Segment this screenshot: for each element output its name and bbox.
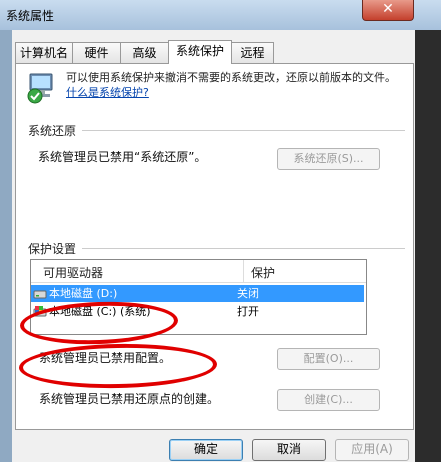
- create-button[interactable]: 创建(C)...: [277, 389, 380, 411]
- group-divider: [82, 248, 405, 249]
- system-protection-icon: [27, 73, 53, 104]
- configure-button[interactable]: 配置(O)...: [277, 348, 380, 370]
- tab-advanced[interactable]: 高级: [120, 42, 169, 63]
- column-separator: [243, 260, 244, 282]
- title-bar[interactable]: 系统属性 ✕: [0, 0, 441, 31]
- system-restore-group-label: 系统还原: [28, 124, 77, 138]
- window-frame-right: [415, 30, 441, 462]
- drive-row-d[interactable]: 本地磁盘 (D:) 关闭: [31, 285, 364, 302]
- tab-computer-name[interactable]: 计算机名: [15, 42, 73, 63]
- drive-protection-state: 关闭: [237, 287, 259, 300]
- window-title: 系统属性: [6, 9, 55, 23]
- drive-protection-state: 打开: [237, 305, 259, 318]
- cancel-button[interactable]: 取消: [252, 439, 326, 461]
- drive-list-header: 可用驱动器 保护: [31, 260, 366, 283]
- drive-name: 本地磁盘 (D:): [49, 287, 118, 300]
- what-is-system-protection-link[interactable]: 什么是系统保护?: [66, 86, 149, 99]
- system-properties-window: 系统属性 ✕ 计算机名 硬件 高级 系统保护 远程 可以使用系统保护来撤消不需要…: [0, 0, 441, 462]
- close-button[interactable]: ✕: [362, 0, 414, 21]
- column-available-drives[interactable]: 可用驱动器: [43, 264, 103, 281]
- apply-button[interactable]: 应用(A): [335, 439, 409, 461]
- close-icon[interactable]: ✕: [382, 1, 394, 17]
- tab-system-protection[interactable]: 系统保护: [168, 40, 232, 64]
- protection-settings-group-label: 保护设置: [28, 242, 77, 256]
- intro-text: 可以使用系统保护来撤消不需要的系统更改，还原以前版本的文件。 什么是系统保护?: [66, 70, 406, 100]
- intro-description: 可以使用系统保护来撤消不需要的系统更改，还原以前版本的文件。: [66, 71, 396, 84]
- window-frame-left: [0, 30, 12, 462]
- tab-hardware[interactable]: 硬件: [72, 42, 121, 63]
- column-protection[interactable]: 保护: [251, 264, 275, 281]
- dialog-client: 计算机名 硬件 高级 系统保护 远程 可以使用系统保护来撤消不需要的系统更改，还…: [12, 30, 415, 462]
- restore-status-text: 系统管理员已禁用“系统还原”。: [38, 150, 207, 164]
- create-disabled-text: 系统管理员已禁用还原点的创建。: [39, 392, 220, 406]
- ok-button[interactable]: 确定: [169, 439, 243, 461]
- system-restore-button[interactable]: 系统还原(S)...: [277, 148, 380, 170]
- tab-remote[interactable]: 远程: [231, 42, 274, 63]
- hard-disk-icon: [33, 290, 47, 299]
- group-divider: [82, 130, 405, 131]
